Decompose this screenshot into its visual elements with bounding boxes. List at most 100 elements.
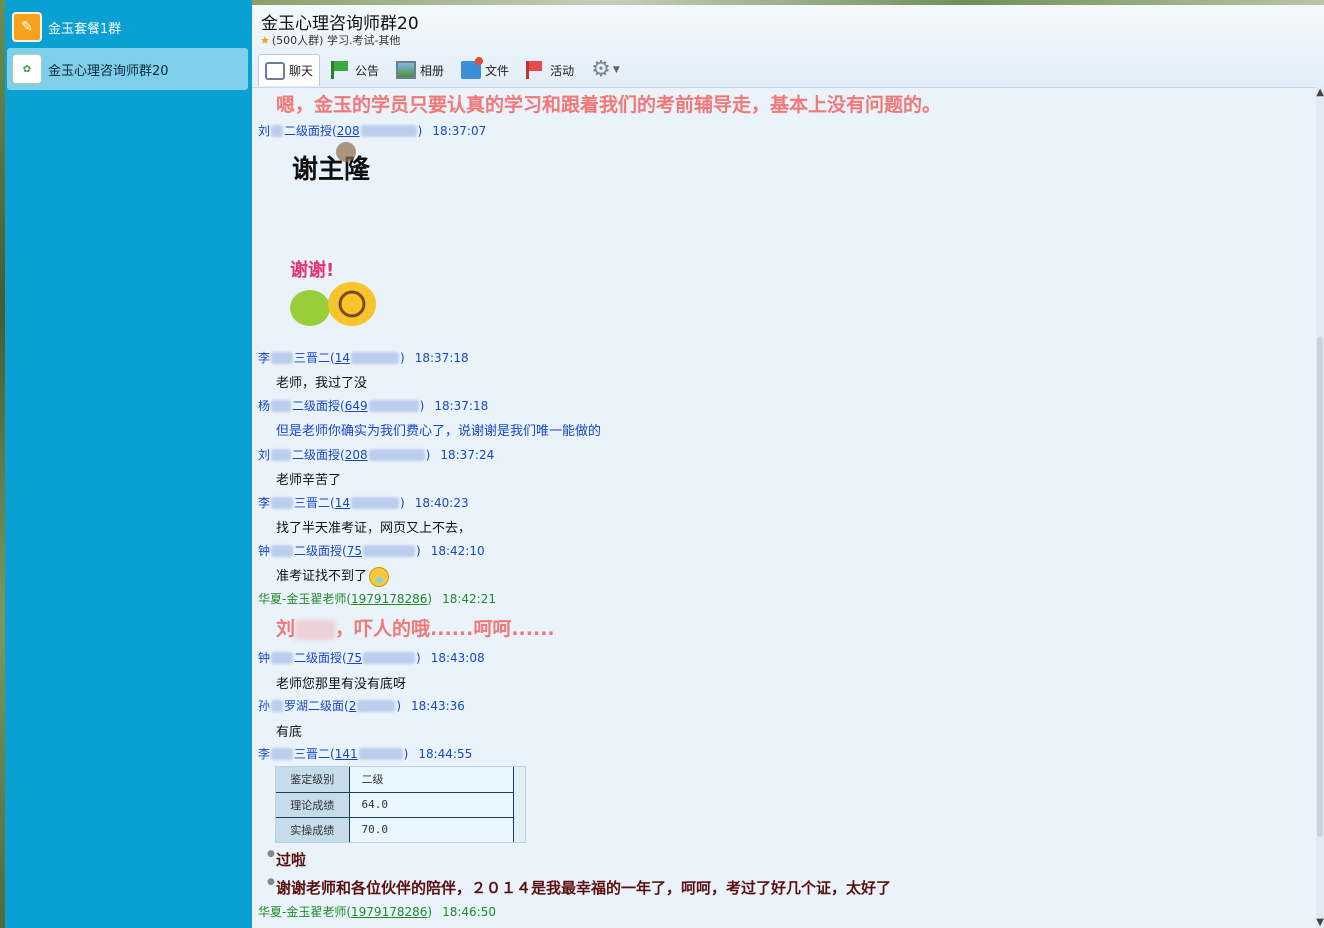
sender-name: 华夏-金玉翟老师: [258, 592, 347, 606]
message-time: 18:37:18: [434, 398, 489, 413]
sender-id-link[interactable]: 2: [349, 699, 357, 713]
sender-id-link[interactable]: 649: [345, 399, 368, 413]
sender-name: 华夏-金玉翟老师: [258, 905, 347, 919]
chat-window: 金玉心理咨询师群20 ★ (500人群) 学习.考试-其他 聊天 公告 相册 文…: [252, 5, 1324, 928]
sender-id-link[interactable]: 141: [335, 747, 358, 761]
message-item: 准考证找不到了: [276, 565, 1316, 587]
message-text: 找了半天准考证，网页又上不去，: [276, 521, 472, 536]
scroll-down-icon[interactable]: ▼: [1316, 917, 1324, 928]
tab-files[interactable]: 文件: [455, 54, 515, 86]
message-sender: 钟二级面授(75) 18:43:08: [258, 650, 485, 666]
message-list[interactable]: 嗯，金玉的学员只要认真的学习和跟着我们的考前辅导走，基本上没有问题的。 刘二级面…: [252, 87, 1316, 928]
message-text: 有底: [276, 725, 303, 740]
session-item-jinyu-package[interactable]: ✎ 金玉套餐1群: [7, 6, 248, 48]
message-item: ● 过啦: [267, 849, 1316, 870]
settings-button[interactable]: ⚙ ▼: [585, 54, 626, 86]
message-sender: 杨二级面授(649) 18:37:18: [258, 398, 489, 414]
sender-group: 二级面授: [284, 124, 333, 138]
gear-icon: ⚙: [591, 57, 611, 82]
sender-group: 二级面授: [294, 651, 343, 665]
sender-id-link[interactable]: 14: [335, 351, 350, 365]
tab-chat-label: 聊天: [289, 64, 314, 78]
message-sender: 刘二级面授(208) 18:37:07: [258, 123, 487, 139]
message-time: 18:44:55: [418, 746, 473, 761]
session-list: ✎ 金玉套餐1群 ✿ 金玉心理咨询师群20: [5, 0, 252, 928]
session-item-jinyu-counselor[interactable]: ✿ 金玉心理咨询师群20: [7, 48, 248, 90]
group-info: ★ (500人群) 学习.考试-其他: [260, 32, 400, 48]
tab-activity-label: 活动: [550, 63, 575, 78]
sender-name: 李: [258, 747, 271, 761]
bullet-icon: ●: [267, 877, 275, 887]
table-cell-key: 鉴定级别: [276, 767, 350, 793]
message-item: 刘 ，吓人的哦......呵呵......: [276, 614, 1316, 641]
sender-name: 钟: [258, 651, 271, 665]
scrollbar-thumb[interactable]: [1317, 337, 1323, 837]
tab-album-label: 相册: [420, 63, 445, 78]
table-row: 实操成绩 70.0: [276, 817, 514, 842]
sender-group: 三晋二: [294, 351, 331, 365]
message-text: 老师您那里有没有底呀: [276, 677, 407, 692]
scroll-up-icon[interactable]: ▲: [1316, 87, 1324, 98]
sender-group: 三晋二: [294, 496, 331, 510]
tab-album[interactable]: 相册: [390, 54, 450, 86]
table-cell-key: 理论成绩: [276, 792, 350, 818]
message-time: 18:37:18: [414, 350, 469, 365]
message-sender: 孙罗湖二级面(2) 18:43:36: [258, 698, 465, 714]
message-text: 刘: [276, 618, 296, 640]
session-name: 金玉套餐1群: [48, 21, 122, 37]
tab-notice-label: 公告: [355, 63, 380, 78]
message-time: 18:43:36: [411, 698, 465, 713]
sender-id-link[interactable]: 208: [345, 448, 368, 462]
group-avatar-icon: ✎: [12, 12, 42, 42]
sender-id-link[interactable]: 14: [335, 496, 350, 510]
message-time: 18:42:21: [442, 591, 496, 606]
sender-name: 刘: [258, 448, 271, 462]
chevron-down-icon: ▼: [612, 65, 620, 75]
score-table: 鉴定级别 二级 理论成绩 64.0 实操成绩 70.0: [276, 767, 514, 842]
crying-emoji-icon: [369, 566, 390, 587]
table-cell-key: 实操成绩: [276, 817, 350, 842]
sticker-image-2: 谢谢!: [280, 254, 380, 334]
table-cell-value: 70.0: [349, 817, 514, 842]
table-cell-value: 二级: [349, 767, 514, 793]
message-text: 老师，我过了没: [276, 376, 368, 391]
message-sender: 李三晋二(141) 18:44:55: [258, 746, 473, 762]
message-text: 过啦: [276, 851, 307, 869]
sender-id-link[interactable]: 75: [347, 651, 362, 665]
tab-files-label: 文件: [485, 63, 510, 78]
message-scrollbar[interactable]: ▲ ▼: [1316, 87, 1324, 928]
session-name: 金玉心理咨询师群20: [48, 63, 169, 79]
sticker-text-2: 谢谢!: [290, 259, 334, 281]
sender-id-link[interactable]: 1979178286: [351, 592, 427, 606]
message-sender: 钟二级面授(75) 18:42:10: [258, 543, 485, 559]
chat-header: 金玉心理咨询师群20 ★ (500人群) 学习.考试-其他 聊天 公告 相册 文…: [252, 5, 1324, 87]
table-row: 鉴定级别 二级: [276, 767, 514, 793]
score-screenshot-image[interactable]: 鉴定级别 二级 理论成绩 64.0 实操成绩 70.0: [275, 766, 526, 843]
sender-id-link[interactable]: 208: [337, 124, 360, 138]
sender-name: 孙: [258, 699, 271, 713]
activity-flag-icon: [526, 61, 546, 79]
sticker-image: 谢主隆恩: [290, 138, 396, 238]
group-logo-icon: ✿: [12, 54, 42, 84]
sender-group: 三晋二: [294, 747, 331, 761]
flag-icon: [331, 61, 351, 79]
message-time: 18:37:24: [440, 447, 495, 462]
sender-id-link[interactable]: 75: [347, 544, 362, 558]
tab-chat[interactable]: 聊天: [258, 54, 321, 86]
message-sender: 华夏-金玉翟老师(1979178286) 18:42:21: [258, 591, 496, 607]
folder-icon: [461, 57, 484, 79]
table-cell-value: 64.0: [349, 792, 514, 818]
star-icon: ★: [260, 33, 270, 47]
tab-activity[interactable]: 活动: [520, 54, 580, 86]
message-item: ● 谢谢老师和各位伙伴的陪伴，２０１４是我最幸福的一年了，呵呵，考过了好几个证，…: [267, 877, 1316, 898]
sticker-text: 谢主隆恩: [292, 154, 370, 185]
chat-icon: [265, 61, 285, 80]
group-subtitle: (500人群) 学习.考试-其他: [271, 34, 401, 47]
tab-notice[interactable]: 公告: [325, 54, 385, 86]
message-sender: 李三晋二(14) 18:40:23: [258, 495, 469, 511]
sender-name: 刘: [258, 124, 271, 138]
message-sender: 华夏-金玉翟老师(1979178286) 18:46:50: [258, 904, 496, 920]
photo-icon: [396, 61, 417, 79]
sender-id-link[interactable]: 1979178286: [351, 905, 427, 919]
sender-group: 罗湖二级面: [284, 699, 345, 713]
